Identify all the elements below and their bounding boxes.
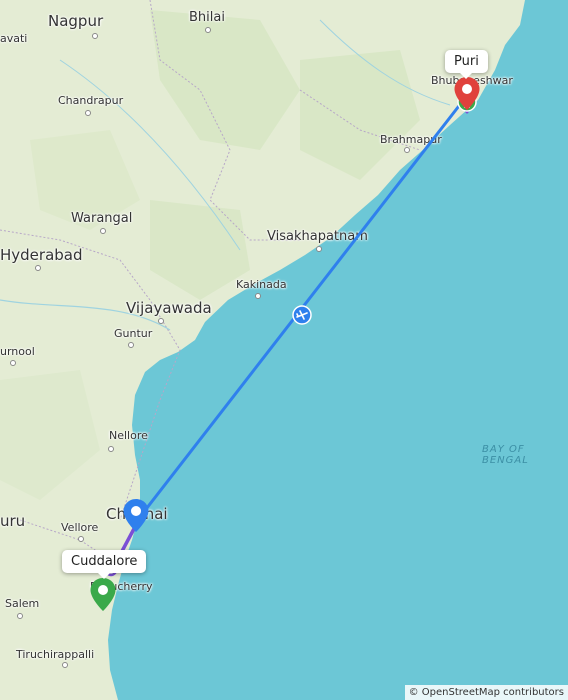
map-attribution[interactable]: © OpenStreetMap contributors [404, 685, 568, 700]
route-layer [110, 93, 469, 572]
origin-callout[interactable]: Puri [445, 50, 488, 79]
green-pin-icon[interactable] [89, 577, 117, 613]
airplane-icon[interactable] [292, 305, 312, 325]
map-view[interactable]: Nagpur Bhilai avati Chandrapur Bhubanesh… [0, 0, 568, 700]
red-pin-icon[interactable] [453, 76, 481, 112]
blue-pin-icon[interactable] [122, 498, 150, 534]
destination-callout[interactable]: Cuddalore [62, 550, 147, 579]
